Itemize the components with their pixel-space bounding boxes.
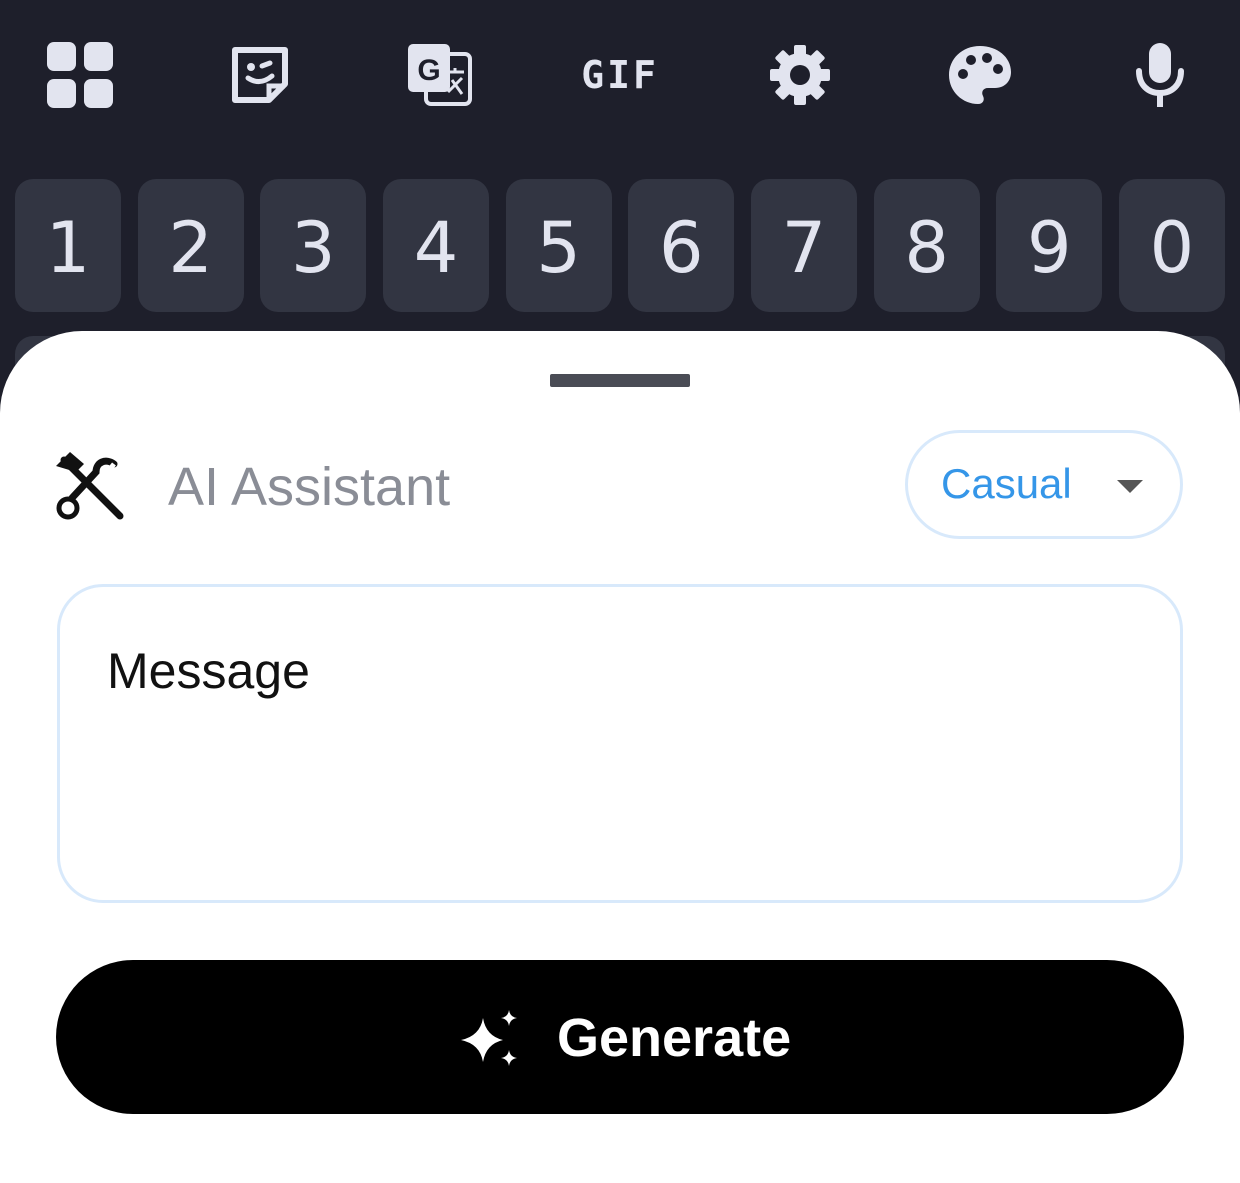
assistant-title: AI Assistant [168,457,451,517]
sticker-icon[interactable] [224,39,296,111]
key-1[interactable]: 1 [15,179,121,312]
key-6[interactable]: 6 [628,179,735,312]
key-0[interactable]: 0 [1118,179,1225,312]
message-input[interactable]: Message [57,584,1183,903]
key-5[interactable]: 5 [505,179,612,312]
settings-gear-icon[interactable] [764,39,836,111]
sparkle-icon [461,1010,517,1066]
tools-icon [56,452,124,520]
message-placeholder: Message [107,643,310,699]
tone-dropdown[interactable]: Casual [905,430,1183,539]
theme-palette-icon[interactable] [944,39,1016,111]
microphone-icon[interactable] [1124,39,1196,111]
generate-button[interactable]: Generate [56,960,1184,1114]
key-7[interactable]: 7 [750,179,857,312]
chevron-down-icon [1117,480,1143,493]
drag-handle[interactable] [550,374,690,387]
translate-icon[interactable]: G [404,39,476,111]
key-4[interactable]: 4 [382,179,489,312]
tone-selected-label: Casual [941,460,1072,507]
keyboard-toolbar: G GIF [0,0,1240,150]
gif-label: GIF [581,53,659,97]
key-9[interactable]: 9 [996,179,1103,312]
apps-grid-icon[interactable] [44,39,116,111]
number-row: 1 2 3 4 5 6 7 8 9 0 [15,179,1225,312]
key-8[interactable]: 8 [873,179,980,312]
generate-label: Generate [557,1008,792,1068]
key-2[interactable]: 2 [137,179,244,312]
key-3[interactable]: 3 [260,179,367,312]
ai-assistant-sheet: AI Assistant Casual Message Generate [0,331,1240,1183]
gif-icon[interactable]: GIF [581,39,659,111]
svg-text:G: G [417,54,440,87]
